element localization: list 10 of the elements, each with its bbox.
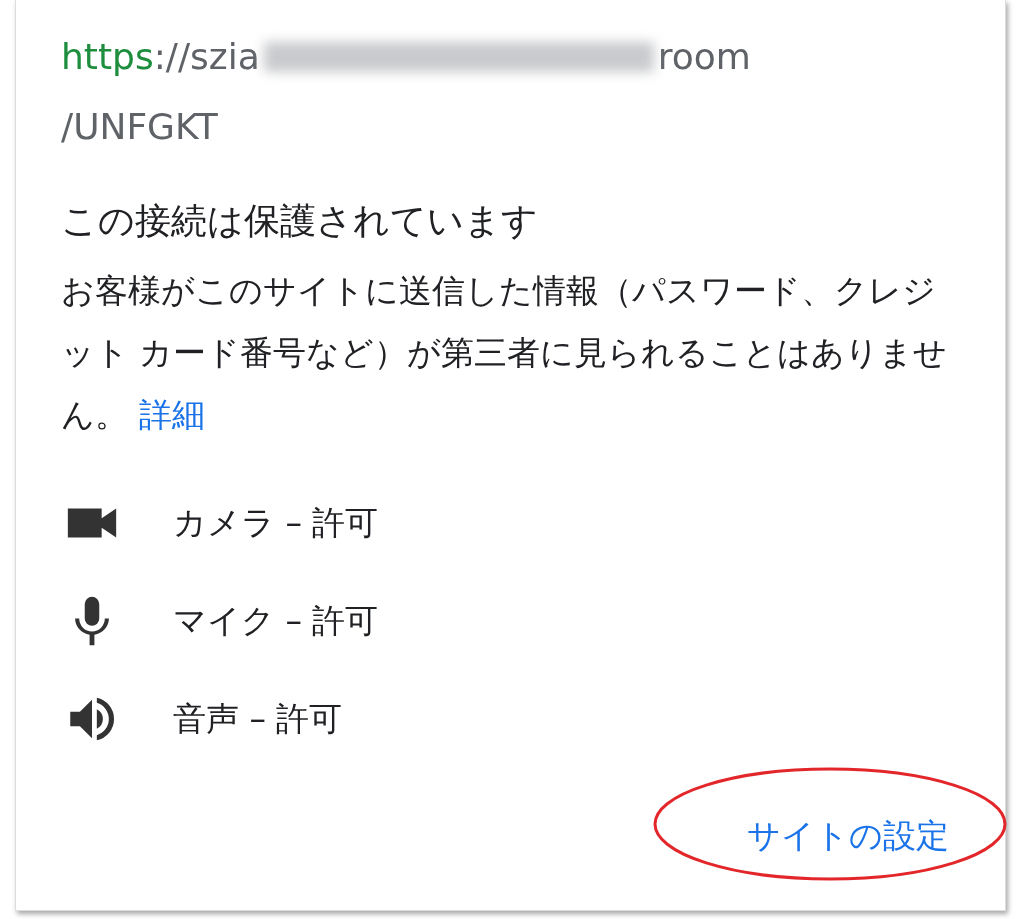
connection-heading: この接続は保護されています bbox=[61, 199, 539, 243]
url-path: room bbox=[657, 35, 751, 79]
permission-label: 音声 – 許可 bbox=[173, 697, 343, 740]
connection-description: お客様がこのサイトに送信した情報（パスワード、クレジット カード番号など）が第三者に見られることはありません。 詳細 bbox=[61, 270, 949, 436]
url-host: ://szia bbox=[153, 35, 260, 79]
details-link[interactable]: 詳細 bbox=[138, 395, 205, 434]
url-path: /UNFGKT bbox=[61, 105, 218, 149]
permission-label: マイク – 許可 bbox=[173, 599, 379, 642]
url-scheme: https bbox=[61, 35, 154, 79]
permission-label: カメラ – 許可 bbox=[173, 501, 379, 544]
